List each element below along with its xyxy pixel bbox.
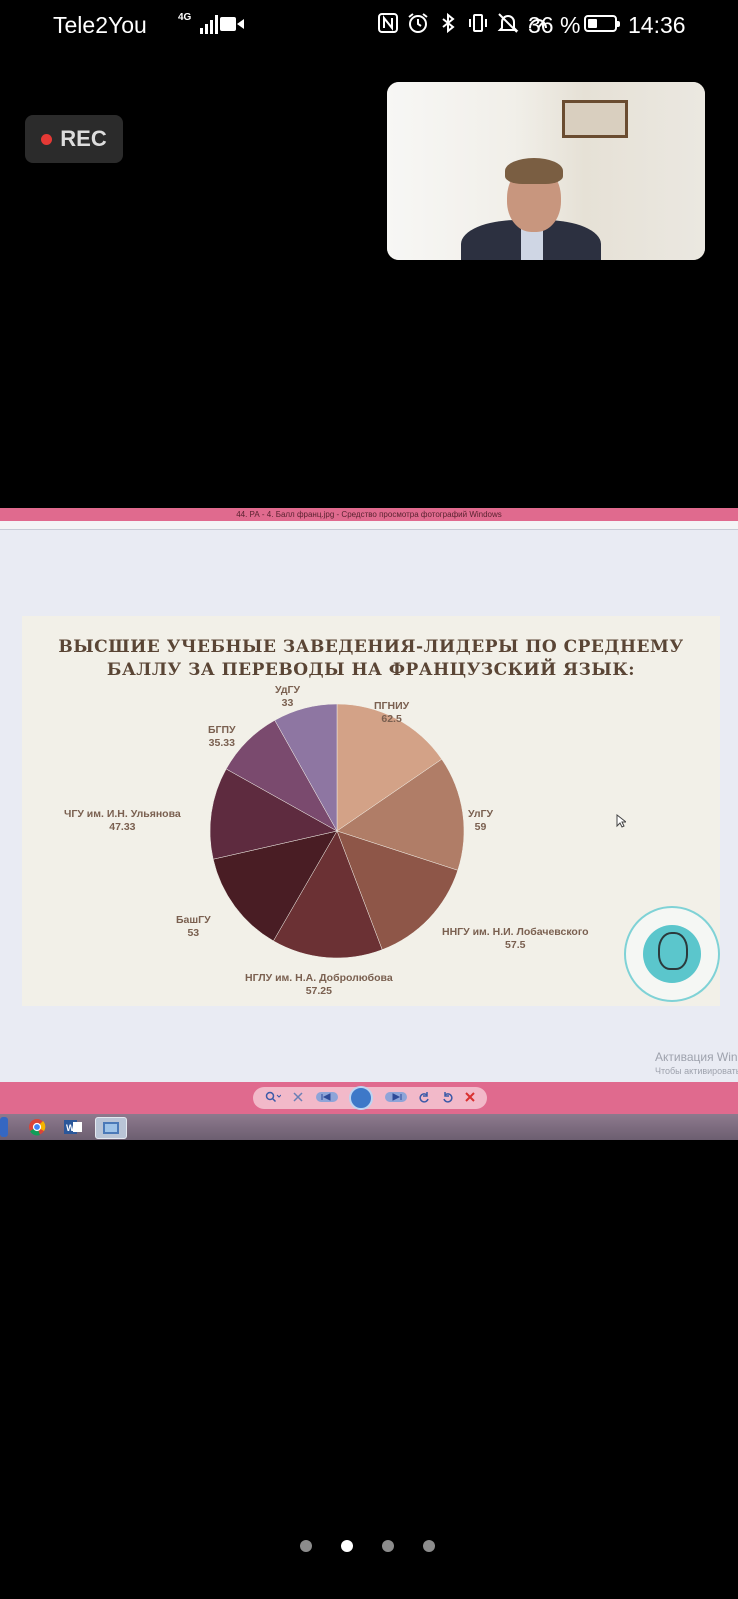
pie-category-label: БГПУ [208,724,236,736]
mute-icon [497,12,519,34]
pie-value-label: 33 [281,697,294,709]
pie-value-label: 59 [474,821,487,833]
viewer-menubar [0,521,738,530]
svg-text:W: W [66,1123,75,1133]
pie-value-label: 35.33 [208,737,235,749]
page-dot-active[interactable] [341,1540,353,1552]
pie-category-label: БашГУ [176,914,211,926]
actual-size-icon[interactable] [292,1091,304,1106]
rec-label: REC [60,126,107,151]
pie-value-label: 47.33 [109,821,136,833]
nfc-icon [377,12,399,34]
pie-category-label: НГЛУ им. Н.А. Добролюбова [245,972,393,984]
start-icon[interactable] [0,1117,8,1137]
label-bashgu: БашГУ 53 [176,914,211,940]
pie-category-label: УлГУ [468,808,494,820]
rec-badge[interactable]: REC [25,115,123,163]
video-camera-icon [220,17,244,31]
shared-screen[interactable]: 44. РА - 4. Балл франц.jpg - Средство пр… [0,508,738,1140]
photo-viewer-taskbar-icon[interactable] [95,1117,127,1139]
label-chgu: ЧГУ им. И.Н. Ульянова 47.33 [64,808,181,834]
battery-percent: 36 % [528,12,581,38]
alarm-icon [407,12,429,34]
bluetooth-icon [437,12,459,34]
signal-icon [200,15,218,34]
wall-picture [562,100,628,138]
slide: ВЫСШИЕ УЧЕБНЫЕ ЗАВЕДЕНИЯ-ЛИДЕРЫ ПО СРЕДН… [22,616,720,1006]
pie-category-label: ЧГУ им. И.Н. Ульянова [64,808,181,820]
pie-category-label: ПГНИУ [374,700,410,712]
viewer-toolbar [0,1082,738,1114]
page-indicator [300,1540,435,1552]
carrier-name: Tele2You [53,12,147,38]
page-dot[interactable] [300,1540,312,1552]
next-icon[interactable] [384,1091,407,1106]
clock: 14:36 [628,12,686,38]
portrait-icon [658,932,688,970]
participant-video[interactable] [387,82,705,260]
pie-value-label: 53 [187,927,200,939]
image-view-area: ВЫСШИЕ УЧЕБНЫЕ ЗАВЕДЕНИЯ-ЛИДЕРЫ ПО СРЕДН… [0,530,738,1092]
rotate-right-icon[interactable] [442,1091,454,1106]
pie-category-label: УдГУ [275,684,301,696]
page-dot[interactable] [423,1540,435,1552]
mouse-cursor-icon [616,813,628,831]
page-dot[interactable] [382,1540,394,1552]
delete-icon[interactable] [465,1091,475,1105]
label-bgpu: БГПУ 35.33 [208,724,236,750]
label-nglu: НГЛУ им. Н.А. Добролюбова 57.25 [245,972,393,998]
network-type: 4G [178,12,192,23]
word-icon[interactable]: W [62,1117,84,1137]
label-nngu: ННГУ им. Н.И. Лобачевского 57.5 [442,926,589,952]
pie-chart [209,703,465,959]
battery-icon [584,15,620,32]
pie-value-label: 62.5 [381,713,402,725]
label-ulgu: УлГУ 59 [468,808,493,834]
slide-title: ВЫСШИЕ УЧЕБНЫЕ ЗАВЕДЕНИЯ-ЛИДЕРЫ ПО СРЕДН… [58,637,684,680]
pie-category-label: ННГУ им. Н.И. Лобачевского [442,926,589,938]
vibrate-icon [467,12,489,34]
record-dot-icon [41,133,53,145]
label-pgniu: ПГНИУ 62.5 [374,700,409,726]
previous-icon[interactable] [315,1091,338,1106]
pie-value-label: 57.25 [305,985,332,997]
zoom-icon[interactable] [265,1091,282,1106]
viewer-window-title: 44. РА - 4. Балл франц.jpg - Средство пр… [0,508,738,521]
label-udgu: УдГУ 33 [275,684,300,710]
status-bar: Tele2You 4G 36 % 14:36 [0,0,738,52]
windows-taskbar: W [0,1114,738,1140]
slideshow-icon[interactable] [349,1086,374,1110]
chrome-icon[interactable] [26,1117,48,1137]
contest-logo [624,906,720,1002]
pie-value-label: 57.5 [505,939,526,951]
rotate-left-icon[interactable] [418,1091,430,1106]
